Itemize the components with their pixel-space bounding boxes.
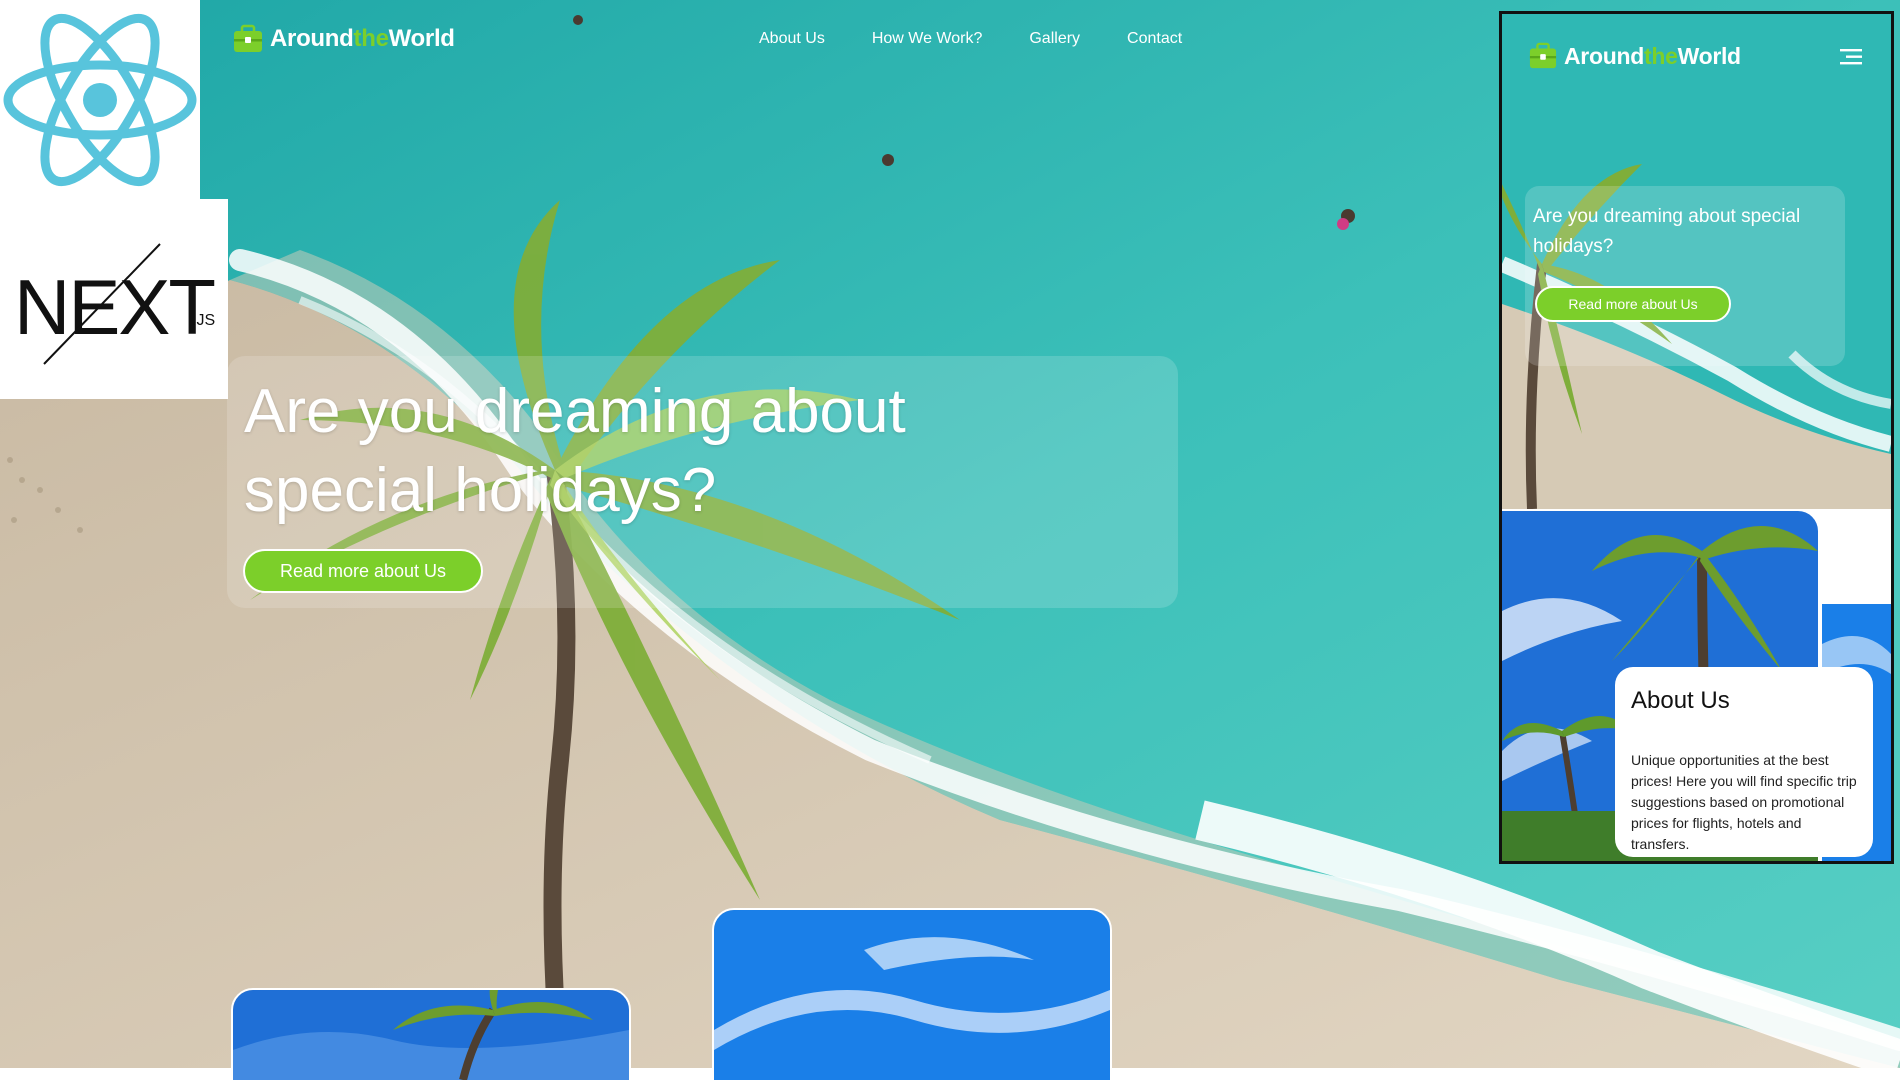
mobile-brand-name: AroundtheWorld — [1564, 42, 1741, 69]
mobile-preview: AroundtheWorld Are you dreaming about sp… — [1499, 11, 1894, 864]
main-nav: About Us How We Work? Gallery Contact — [759, 30, 1182, 48]
gallery-photo-palm[interactable] — [231, 988, 631, 1082]
mobile-hero-title: Are you dreaming about special holidays? — [1533, 206, 1801, 257]
hero-title: Are you dreaming about special holidays? — [244, 377, 906, 525]
nav-about-us[interactable]: About Us — [759, 30, 825, 48]
nav-gallery[interactable]: Gallery — [1029, 30, 1080, 48]
brand-logo[interactable]: AroundtheWorld — [232, 24, 455, 54]
sky-photo — [714, 910, 1110, 1080]
palm-photo — [233, 990, 629, 1080]
hamburger-menu-icon[interactable] — [1840, 47, 1864, 67]
nav-contact[interactable]: Contact — [1127, 30, 1182, 48]
gallery-photo-sky[interactable] — [712, 908, 1112, 1082]
mobile-brand-logo[interactable]: AroundtheWorld — [1528, 42, 1741, 70]
svg-text:NEXT: NEXT — [14, 263, 214, 351]
read-more-button[interactable]: Read more about Us — [243, 549, 483, 593]
about-us-text: Unique opportunities at the best prices!… — [1631, 752, 1857, 852]
brand-name: AroundtheWorld — [270, 25, 455, 52]
suitcase-icon — [1529, 42, 1557, 69]
about-us-title: About Us — [1631, 687, 1730, 714]
mobile-read-more-button[interactable]: Read more about Us — [1535, 286, 1731, 322]
about-us-card: About Us Unique opportunities at the bes… — [1615, 667, 1873, 857]
svg-text:.JS: .JS — [192, 312, 215, 329]
nav-how-we-work[interactable]: How We Work? — [872, 30, 983, 48]
react-logo — [0, 0, 200, 200]
nextjs-logo: NEXT .JS — [0, 199, 228, 399]
suitcase-icon — [234, 24, 262, 52]
